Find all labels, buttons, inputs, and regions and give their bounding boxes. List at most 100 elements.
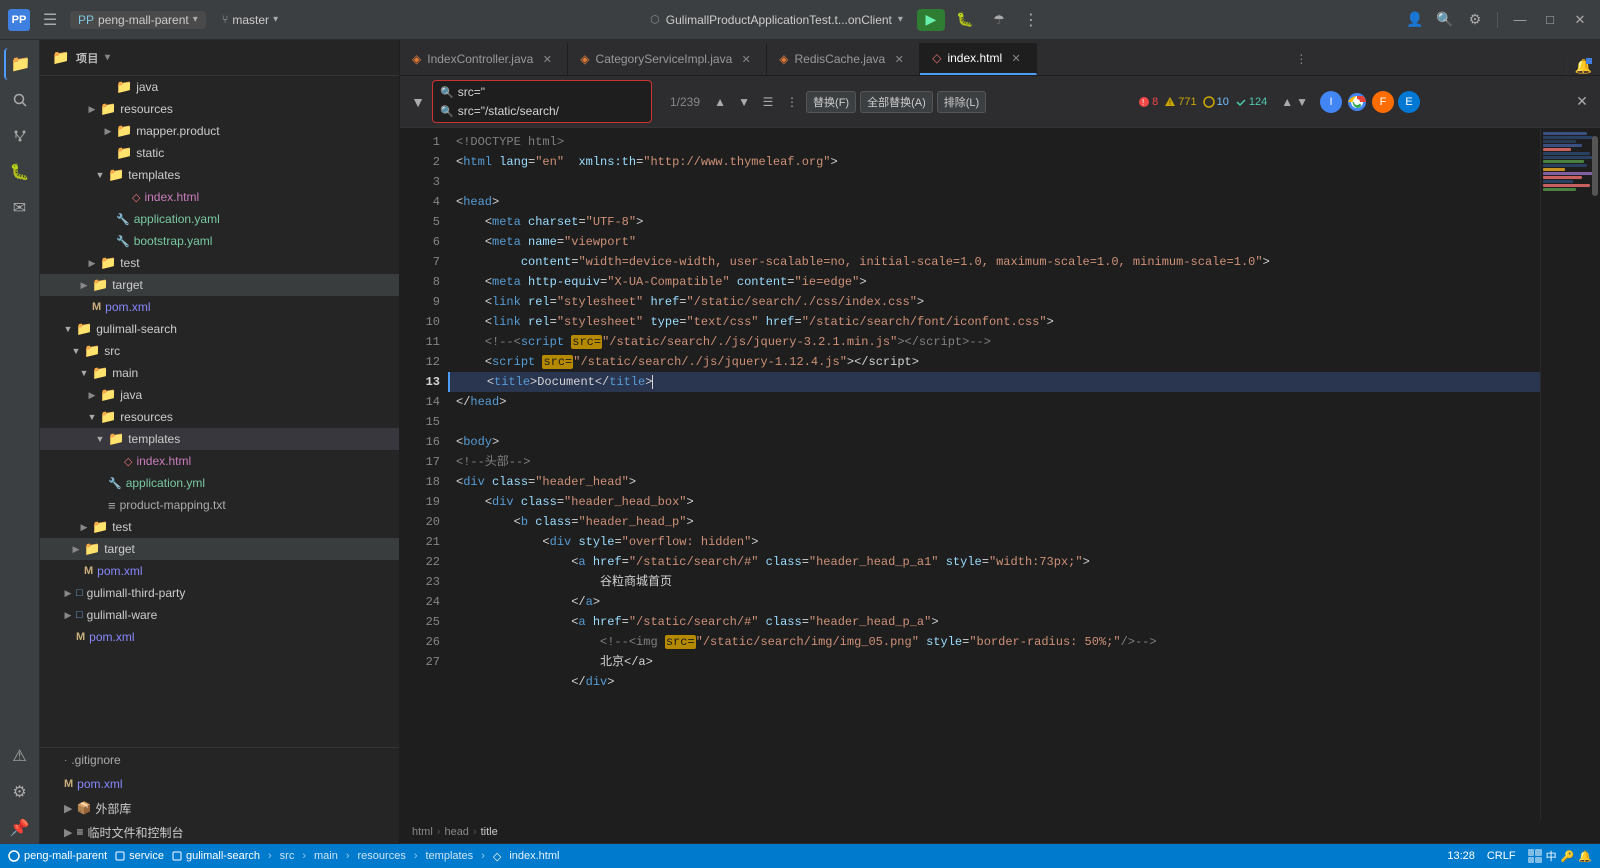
search-close-btn[interactable]: ✕ bbox=[1572, 92, 1592, 112]
breadcrumb-title[interactable]: title bbox=[481, 826, 498, 838]
tab-index-html[interactable]: ◇ index.html ✕ bbox=[920, 43, 1037, 75]
search-next-btn[interactable]: ▼ bbox=[734, 92, 754, 112]
down-arrow-btn[interactable]: ▼ bbox=[1296, 95, 1308, 109]
tab-close-btn[interactable]: ✕ bbox=[1008, 50, 1024, 66]
folder-icon: 📁 bbox=[52, 49, 70, 66]
exclude-btn[interactable]: 排除(L) bbox=[937, 91, 986, 113]
search-settings-btn[interactable]: ⋮ bbox=[782, 92, 802, 112]
activity-explorer[interactable]: 📁 bbox=[4, 48, 36, 80]
branch-selector[interactable]: ⑂ master ▾ bbox=[214, 11, 286, 29]
more-options[interactable]: ⋮ bbox=[1023, 10, 1039, 30]
search-expand-btn[interactable]: ▼ bbox=[408, 92, 428, 112]
status-grid-icon[interactable] bbox=[1528, 849, 1542, 863]
tree-item-index-html-1[interactable]: ◇ index.html bbox=[40, 186, 399, 208]
tree-item-scratch[interactable]: ▶ ≡ 临时文件和控制台 bbox=[40, 820, 399, 844]
edge-icon[interactable]: E bbox=[1398, 91, 1420, 113]
tree-item-pom-root[interactable]: M pom.xml bbox=[40, 772, 399, 796]
maximize-button[interactable]: □ bbox=[1538, 8, 1562, 32]
status-icon-2[interactable]: 🔔 bbox=[1578, 850, 1592, 863]
status-filename: index.html bbox=[509, 850, 559, 862]
tab-redis-cache[interactable]: ◈ RedisCache.java ✕ bbox=[767, 43, 920, 75]
tree-item-product-mapping[interactable]: ≡ product-mapping.txt bbox=[40, 494, 399, 516]
tree-item-test-1[interactable]: ▶ 📁 test bbox=[40, 252, 399, 274]
tree-item-pom-2[interactable]: M pom.xml bbox=[40, 560, 399, 582]
code-editor[interactable]: <!DOCTYPE html> <html lang="en" xmlns:th… bbox=[448, 128, 1540, 820]
tree-item-target-2[interactable]: ▶ 📁 target bbox=[40, 538, 399, 560]
search-icon[interactable]: 🔍 bbox=[1433, 8, 1457, 32]
activity-problems[interactable]: ⚠ bbox=[4, 740, 36, 772]
status-project[interactable]: peng-mall-parent bbox=[8, 850, 107, 862]
tab-index-controller[interactable]: ◈ IndexController.java ✕ bbox=[400, 43, 568, 75]
tree-item-gulimall-ware[interactable]: ▶ □ gulimall-ware bbox=[40, 604, 399, 626]
tree-item-src[interactable]: ▼ 📁 src bbox=[40, 340, 399, 362]
status-path2: main bbox=[314, 850, 338, 862]
search-filter-btn[interactable]: ☰ bbox=[758, 92, 778, 112]
close-button[interactable]: ✕ bbox=[1568, 8, 1592, 32]
tree-item-java-2[interactable]: ▶ 📁 java bbox=[40, 384, 399, 406]
tree-item-bootstrap-yaml[interactable]: 🔧 bootstrap.yaml bbox=[40, 230, 399, 252]
yaml-icon: 🔧 bbox=[108, 477, 122, 490]
tree-item-static[interactable]: 📁 static bbox=[40, 142, 399, 164]
tab-category-service[interactable]: ◈ CategoryServiceImpl.java ✕ bbox=[568, 43, 767, 75]
status-module[interactable]: gulimall-search bbox=[172, 850, 260, 862]
status-encoding[interactable]: CRLF bbox=[1487, 850, 1516, 862]
project-selector[interactable]: PP peng-mall-parent ▾ bbox=[70, 11, 206, 29]
minimize-button[interactable]: — bbox=[1508, 8, 1532, 32]
menu-button[interactable]: ☰ bbox=[38, 8, 62, 32]
tree-item-templates-1[interactable]: ▼ 📁 templates bbox=[40, 164, 399, 186]
tree-item-index-html-2[interactable]: ◇ index.html bbox=[40, 450, 399, 472]
firefox-icon[interactable]: F bbox=[1372, 91, 1394, 113]
tree-item-templates-selected[interactable]: ▼ 📁 templates bbox=[40, 428, 399, 450]
tree-item-external-libs[interactable]: ▶ 📦 外部库 bbox=[40, 796, 399, 820]
search-prev-btn[interactable]: ▲ bbox=[710, 92, 730, 112]
browser-icon-1[interactable]: I bbox=[1320, 91, 1342, 113]
tab-close-btn[interactable]: ✕ bbox=[891, 51, 907, 67]
tree-item-pom-3[interactable]: M pom.xml bbox=[40, 626, 399, 648]
tree-item-resources-2[interactable]: ▼ 📁 resources bbox=[40, 406, 399, 428]
status-right: 13:28 CRLF 中 🔑 🔔 bbox=[1447, 848, 1592, 864]
tab-more-btn[interactable]: ⋮ bbox=[1287, 43, 1315, 75]
run-button[interactable]: ▶ bbox=[917, 9, 945, 31]
tree-item-java[interactable]: 📁 java bbox=[40, 76, 399, 98]
tree-item-main[interactable]: ▼ 📁 main bbox=[40, 362, 399, 384]
tree-arrow bbox=[76, 299, 92, 315]
tree-item-gulimall-third[interactable]: ▶ □ gulimall-third-party bbox=[40, 582, 399, 604]
tree-item-gitignore[interactable]: · .gitignore bbox=[40, 748, 399, 772]
activity-git[interactable] bbox=[4, 120, 36, 152]
coverage-button[interactable]: ☂ bbox=[985, 9, 1013, 31]
tree-item-application-yaml[interactable]: 🔧 application.yaml bbox=[40, 208, 399, 230]
status-service[interactable]: service bbox=[115, 850, 164, 862]
tree-item-gulimall-search[interactable]: ▼ 📁 gulimall-search bbox=[40, 318, 399, 340]
replace-all-btn[interactable]: 全部替换(A) bbox=[860, 91, 933, 113]
status-lang[interactable]: 中 bbox=[1546, 848, 1557, 864]
debug-button[interactable]: 🐛 bbox=[951, 9, 979, 31]
breadcrumb-head[interactable]: head bbox=[444, 826, 468, 838]
tree-item-mapper[interactable]: ▶ 📁 mapper.product bbox=[40, 120, 399, 142]
breadcrumb-html[interactable]: html bbox=[412, 826, 433, 838]
settings-icon[interactable]: ⚙ bbox=[1463, 8, 1487, 32]
tree-arrow: ▶ bbox=[84, 101, 100, 117]
tree-item-target-1[interactable]: ▶ 📁 target bbox=[40, 274, 399, 296]
tree-item-resources[interactable]: ▶ 📁 resources bbox=[40, 98, 399, 120]
replace-btn[interactable]: 替换(F) bbox=[806, 91, 856, 113]
tree-arrow bbox=[100, 145, 116, 161]
status-icon-1[interactable]: 🔑 bbox=[1561, 850, 1575, 863]
titlebar-actions: 👤 🔍 ⚙ — □ ✕ bbox=[1403, 8, 1592, 32]
code-line-7: content="width=device-width, user-scalab… bbox=[448, 252, 1540, 272]
activity-search[interactable] bbox=[4, 84, 36, 116]
user-icon[interactable]: 👤 bbox=[1403, 8, 1427, 32]
tree-item-test-2[interactable]: ▶ 📁 test bbox=[40, 516, 399, 538]
tree-item-application-yml[interactable]: 🔧 application.yml bbox=[40, 472, 399, 494]
activity-settings[interactable]: ⚙ bbox=[4, 776, 36, 808]
tab-close-btn[interactable]: ✕ bbox=[539, 51, 555, 67]
up-arrow-btn[interactable]: ▲ bbox=[1281, 95, 1293, 109]
scrollbar-thumb[interactable] bbox=[1592, 136, 1598, 196]
status-position[interactable]: 13:28 bbox=[1447, 850, 1475, 862]
notifications-icon[interactable]: 🔔 bbox=[1575, 58, 1592, 75]
chrome-icon[interactable] bbox=[1346, 91, 1368, 113]
activity-pin[interactable]: 📌 bbox=[4, 812, 36, 844]
tab-close-btn[interactable]: ✕ bbox=[738, 51, 754, 67]
activity-plugins[interactable]: ✉ bbox=[4, 192, 36, 224]
activity-debug[interactable]: 🐛 bbox=[4, 156, 36, 188]
tree-item-pom-1[interactable]: M pom.xml bbox=[40, 296, 399, 318]
